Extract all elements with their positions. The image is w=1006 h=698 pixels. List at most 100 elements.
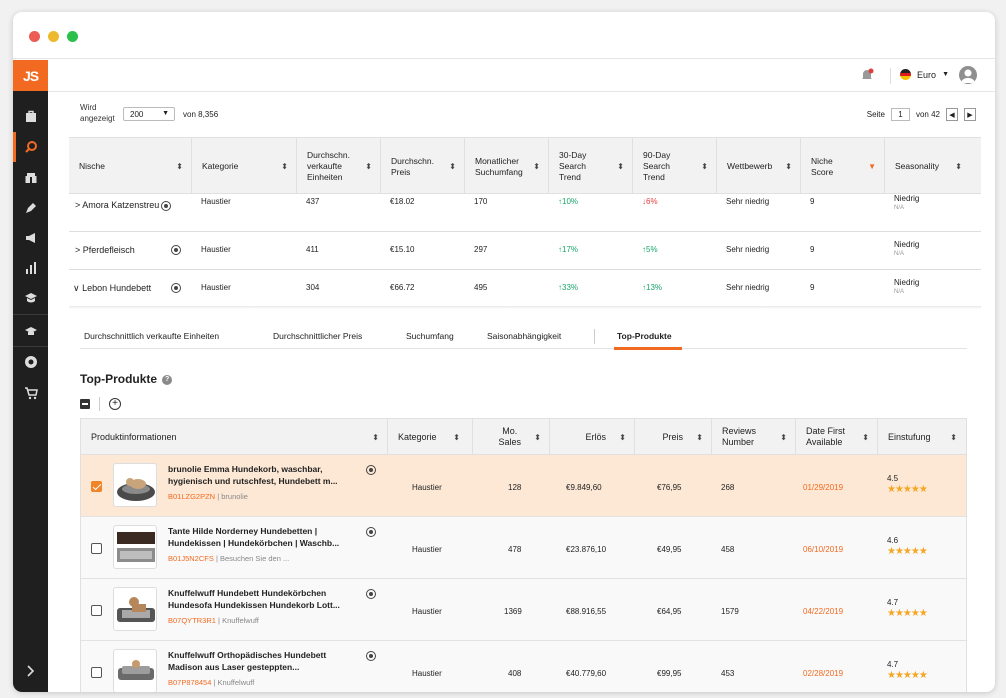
bar-chart-icon[interactable]	[13, 257, 48, 279]
bag-icon[interactable]	[13, 105, 48, 127]
currency-selector[interactable]: Euro ▼	[900, 69, 949, 80]
product-asin[interactable]: B07QYTR3R1	[168, 616, 216, 625]
product-meta: B07P878454 | Knuffelwuff	[168, 678, 255, 687]
top-bar: Euro ▼	[48, 60, 995, 92]
page-label: Seite	[866, 110, 885, 119]
product-image[interactable]	[113, 649, 157, 692]
page-input[interactable]: 1	[890, 108, 910, 121]
col-competition[interactable]: Wettbewerb ⬍	[716, 138, 800, 195]
col-price-label: Durchschn. Preis	[391, 155, 434, 177]
col-date-first[interactable]: Date First Available ⬍	[795, 419, 877, 455]
niche-name[interactable]: ∨ Lebon Hundebett	[73, 283, 151, 294]
col-product-info[interactable]: Produktinformationen ⬍	[81, 419, 387, 455]
pin-icon[interactable]	[366, 527, 376, 537]
product-title[interactable]: Knuffelwuff Hundebett Hundekörbchen Hund…	[168, 587, 360, 611]
niche-name[interactable]: > Pferdefleisch	[75, 245, 135, 255]
sort-icon: ⬍	[701, 162, 708, 171]
chrome-extension-icon[interactable]	[13, 351, 48, 373]
graduation-cap-icon[interactable]	[13, 320, 48, 342]
col-category[interactable]: Kategorie ⬍	[387, 419, 472, 455]
col-reviews[interactable]: Reviews Number ⬍	[711, 419, 795, 455]
product-title[interactable]: Knuffelwuff Orthopädisches Hundebett Mad…	[168, 649, 360, 673]
per-page-select[interactable]: 200 ▼	[123, 107, 175, 121]
col-seasonality[interactable]: Seasonality ⬍	[884, 138, 970, 195]
product-row[interactable]: Knuffelwuff Hundebett Hundekörbchen Hund…	[81, 579, 966, 641]
shown-label: Wird angezeigt	[80, 102, 115, 124]
col-search-volume[interactable]: Monatlicher Suchumfang ⬍	[464, 138, 548, 195]
tab-avg-price[interactable]: Durchschnittlicher Preis	[273, 331, 362, 341]
col-units[interactable]: Durchschn. verkaufte Einheiten ⬍	[296, 138, 380, 195]
col-price[interactable]: Preis ⬍	[634, 419, 711, 455]
col-price[interactable]: Durchschn. Preis ⬍	[380, 138, 464, 195]
app-window: JS Euro ▼ Wird angezeigt 200 ▼ von 8,356…	[13, 12, 995, 692]
section-title: Top-Produkte?	[80, 372, 173, 386]
niche-row[interactable]: > Pferdefleisch Haustier 411 €15.10 297 …	[69, 232, 981, 270]
col-trend30[interactable]: 30-Day Search Trend ⬍	[548, 138, 632, 195]
row-checkbox[interactable]	[91, 667, 102, 678]
tab-seasonality[interactable]: Saisonabhängigkeit	[487, 331, 561, 341]
academy-icon[interactable]	[13, 287, 48, 309]
product-image[interactable]	[113, 463, 157, 507]
col-nische[interactable]: Nische ⬍	[69, 138, 191, 195]
star-icons: ★★★★★	[887, 484, 928, 495]
add-icon[interactable]: +	[109, 398, 121, 410]
niche-name[interactable]: > Amora Katzenstreu	[75, 200, 172, 211]
pin-icon[interactable]	[171, 283, 181, 293]
niche-score: 9	[810, 245, 815, 254]
col-rating[interactable]: Einstufung ⬍	[877, 419, 965, 455]
user-avatar[interactable]	[959, 66, 977, 84]
bell-icon[interactable]	[860, 68, 874, 87]
niche-category: Haustier	[201, 245, 231, 254]
sort-icon: ⬍	[780, 433, 787, 442]
tab-top-products[interactable]: Top-Produkte	[617, 331, 672, 341]
megaphone-icon[interactable]	[13, 227, 48, 249]
expand-sidebar-icon[interactable]	[13, 660, 48, 682]
logo[interactable]: JS	[13, 60, 48, 91]
collapse-all-icon[interactable]	[80, 399, 90, 409]
col-mo-sales[interactable]: Mo. Sales ⬍	[472, 419, 549, 455]
product-row[interactable]: Tante Hilde Norderney Hundebetten | Hund…	[81, 517, 966, 579]
row-checkbox[interactable]	[91, 543, 102, 554]
pin-icon[interactable]	[171, 245, 181, 255]
product-title[interactable]: Tante Hilde Norderney Hundebetten | Hund…	[168, 525, 360, 549]
niche-row[interactable]: > Amora Katzenstreu Haustier 437 €18.02 …	[69, 194, 981, 232]
col-kategorie[interactable]: Kategorie ⬍	[191, 138, 296, 195]
binoculars-icon[interactable]	[13, 167, 48, 189]
col-seasonality-label: Seasonality	[895, 161, 939, 171]
cart-icon[interactable]	[13, 382, 48, 404]
niche-score: 9	[810, 283, 815, 292]
star-icons: ★★★★★	[887, 670, 928, 681]
col-niche-score[interactable]: Niche Score ▼	[800, 138, 884, 195]
pin-icon[interactable]	[366, 465, 376, 475]
pen-icon[interactable]	[13, 197, 48, 219]
product-asin[interactable]: B01LZG2PZN	[168, 492, 215, 501]
help-icon[interactable]: ?	[162, 374, 173, 385]
niche-row[interactable]: ∨ Lebon Hundebett Haustier 304 €66.72 49…	[69, 270, 981, 308]
product-sales: 128	[508, 483, 522, 492]
col-units-label: Durchschn. verkaufte Einheiten	[307, 150, 350, 182]
close-window-button[interactable]	[29, 31, 40, 42]
pin-icon[interactable]	[366, 589, 376, 599]
product-image[interactable]	[113, 525, 157, 569]
maximize-window-button[interactable]	[67, 31, 78, 42]
product-asin[interactable]: B01J5N2CFS	[168, 554, 214, 563]
col-trend90[interactable]: 90-Day Search Trend ⬍	[632, 138, 716, 195]
product-image[interactable]	[113, 587, 157, 631]
tab-search-volume[interactable]: Suchumfang	[406, 331, 454, 341]
minimize-window-button[interactable]	[48, 31, 59, 42]
pin-icon[interactable]	[161, 200, 172, 211]
tab-avg-units[interactable]: Durchschnittlich verkaufte Einheiten	[84, 331, 219, 341]
product-row[interactable]: brunolie Emma Hundekorb, waschbar, hygie…	[81, 455, 966, 517]
product-rating: 4.7 ★★★★★	[887, 598, 928, 619]
product-row[interactable]: Knuffelwuff Orthopädisches Hundebett Mad…	[81, 641, 966, 692]
prev-page-button[interactable]: ◀	[946, 108, 958, 121]
product-asin[interactable]: B07P878454	[168, 678, 211, 687]
pin-icon[interactable]	[366, 651, 376, 661]
product-title[interactable]: brunolie Emma Hundekorb, waschbar, hygie…	[168, 463, 360, 487]
row-checkbox[interactable]	[91, 481, 102, 492]
next-page-button[interactable]: ▶	[964, 108, 976, 121]
niche-finder-icon[interactable]	[13, 132, 48, 162]
niche-search: 495	[474, 283, 488, 292]
col-revenue[interactable]: Erlös ⬍	[549, 419, 634, 455]
row-checkbox[interactable]	[91, 605, 102, 616]
